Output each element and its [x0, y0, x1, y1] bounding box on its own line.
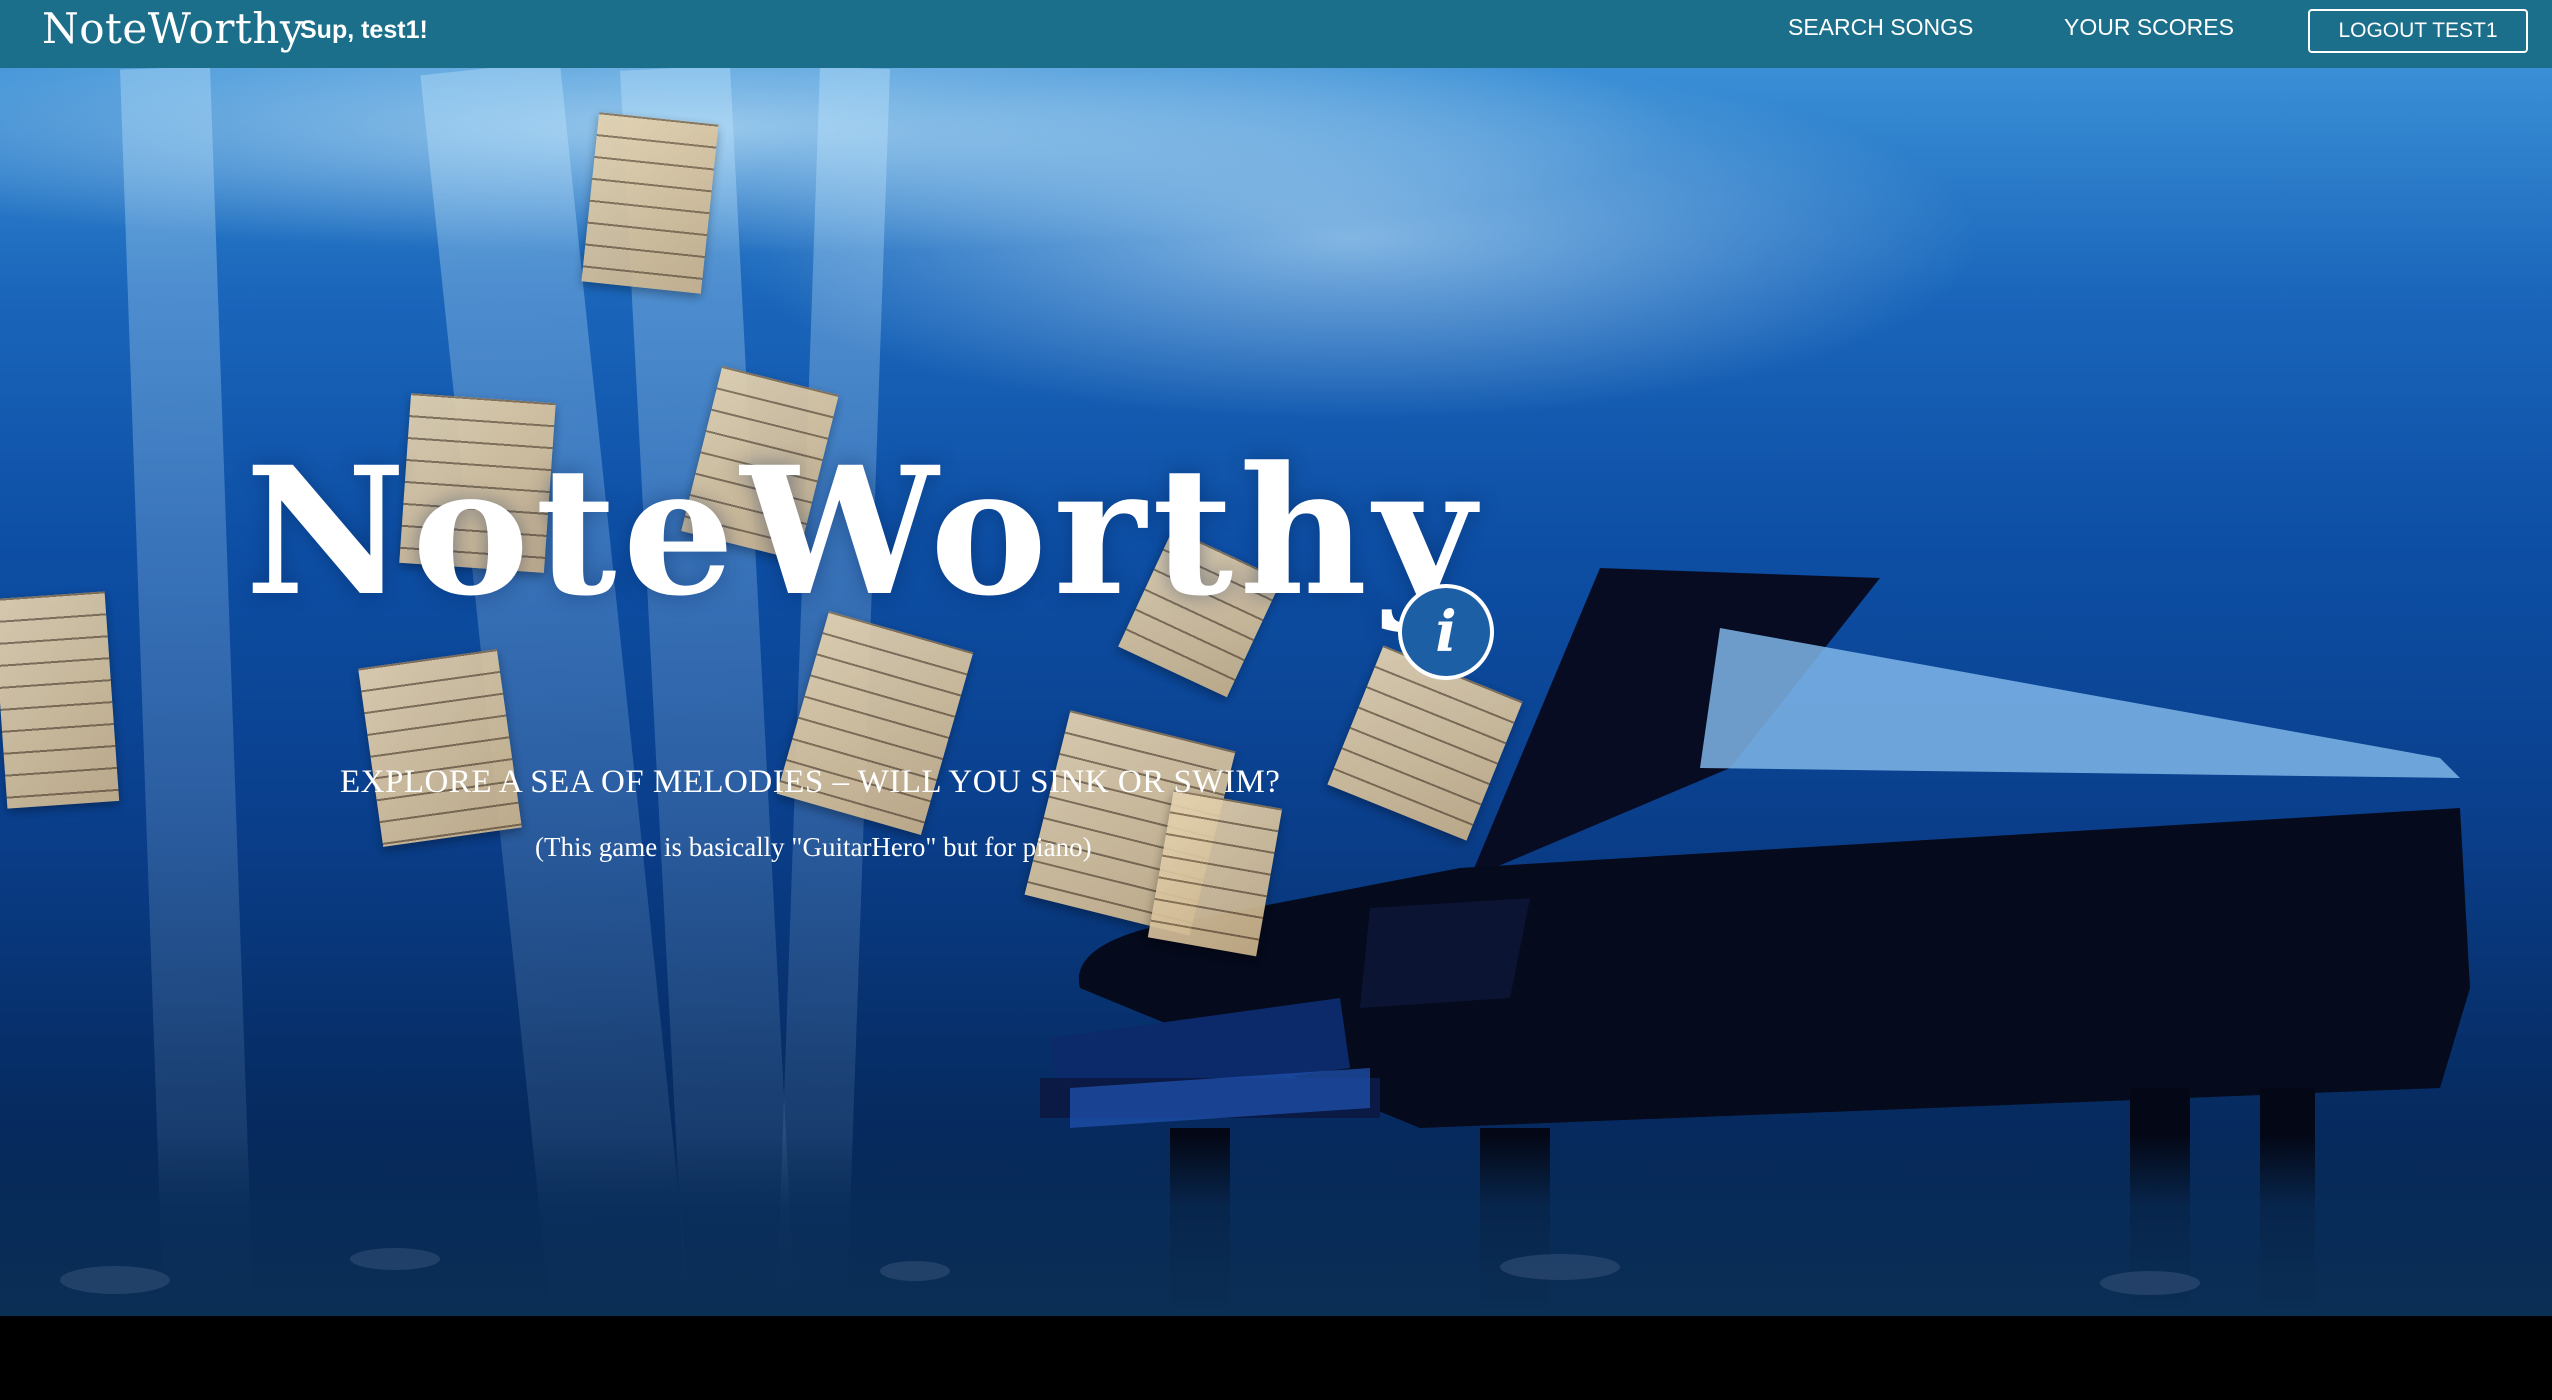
nav-search-songs[interactable]: SEARCH SONGS — [1788, 14, 1973, 41]
logout-button[interactable]: LOGOUT TEST1 — [2308, 9, 2528, 53]
top-navbar: NoteWorthy Sup, test1! SEARCH SONGS YOUR… — [0, 0, 2552, 68]
bottom-black-bar — [0, 1316, 2552, 1400]
hero-background: NoteWorthy i EXPLORE A SEA OF MELODIES –… — [0, 68, 2552, 1316]
hero-title: NoteWorthy — [245, 428, 1482, 635]
info-glyph: i — [1435, 599, 1457, 665]
seabed — [0, 1136, 2552, 1316]
floating-sheet-music — [0, 591, 120, 809]
info-icon[interactable]: i — [1398, 584, 1494, 680]
hero-subline: (This game is basically "GuitarHero" but… — [535, 832, 1092, 862]
user-greeting: Sup, test1! — [300, 16, 428, 44]
light-ray — [120, 68, 254, 1316]
floating-sheet-music — [581, 112, 719, 294]
floating-sheet-music — [358, 649, 522, 847]
hero-tagline: EXPLORE A SEA OF MELODIES – WILL YOU SIN… — [340, 764, 1281, 800]
brand-logo[interactable]: NoteWorthy — [42, 4, 304, 53]
nav-your-scores[interactable]: YOUR SCORES — [2064, 14, 2234, 41]
